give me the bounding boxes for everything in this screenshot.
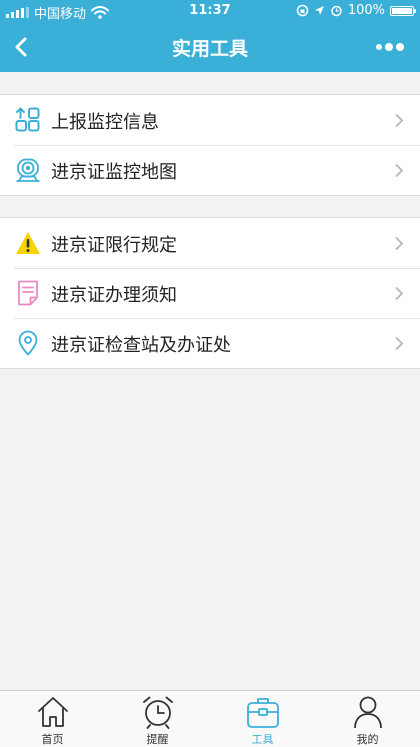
list-item-application-notice[interactable]: 进京证办理须知 — [0, 268, 420, 318]
list-item-monitor-map[interactable]: 进京证监控地图 — [0, 145, 420, 195]
list-item-label: 进京证限行规定 — [51, 235, 177, 256]
list-item-label: 进京证监控地图 — [51, 162, 177, 183]
toolbox-icon — [247, 698, 279, 728]
tab-home[interactable]: 首页 — [0, 691, 105, 747]
tab-tools[interactable]: 工具 — [210, 691, 315, 747]
camera-icon — [16, 158, 40, 182]
nav-bar: 实用工具 — [0, 22, 420, 72]
tab-label: 首页 — [41, 733, 64, 746]
tools-group-2: 进京证限行规定 进京证办理须知 进京证检查站及办证处 — [0, 217, 420, 369]
list-item-restriction-rules[interactable]: 进京证限行规定 — [0, 218, 420, 268]
user-icon — [354, 696, 382, 729]
battery-fill — [392, 7, 412, 14]
list-item-label: 上报监控信息 — [51, 112, 159, 133]
status-bar: 中国移动 11:37 100% — [0, 0, 420, 22]
chevron-right-icon — [395, 286, 404, 301]
chevron-right-icon — [395, 336, 404, 351]
tab-label: 工具 — [251, 733, 274, 746]
list-item-label: 进京证办理须知 — [51, 285, 177, 306]
alarm-clock-icon — [143, 696, 173, 729]
tab-bar: 首页 提醒 工具 我的 — [0, 690, 420, 747]
notice-document-icon — [18, 280, 38, 306]
top-bar: 中国移动 11:37 100% 实用工具 — [0, 0, 420, 72]
location-arrow-icon — [314, 6, 324, 15]
chevron-right-icon — [395, 236, 404, 251]
chevron-right-icon — [395, 163, 404, 178]
tab-label: 提醒 — [146, 733, 169, 746]
warning-icon — [16, 232, 40, 254]
rotation-lock-icon — [296, 4, 309, 17]
list-item-report-monitor[interactable]: 上报监控信息 — [0, 95, 420, 145]
battery-icon — [390, 5, 416, 16]
list-item-label: 进京证检查站及办证处 — [51, 335, 231, 356]
tab-reminder[interactable]: 提醒 — [105, 691, 210, 747]
alarm-status-icon — [331, 5, 342, 17]
tab-label: 我的 — [356, 733, 379, 746]
tools-group-1: 上报监控信息 进京证监控地图 — [0, 94, 420, 196]
chevron-right-icon — [395, 113, 404, 128]
battery-percent: 100% — [347, 3, 385, 18]
list-item-checkpoints[interactable]: 进京证检查站及办证处 — [0, 318, 420, 368]
more-dots-icon[interactable] — [376, 36, 410, 58]
location-pin-icon — [18, 330, 38, 356]
home-icon — [38, 697, 68, 727]
page-title: 实用工具 — [171, 38, 248, 60]
tab-mine[interactable]: 我的 — [315, 691, 420, 747]
status-right: 100% — [296, 3, 416, 18]
report-grid-icon — [15, 107, 40, 132]
